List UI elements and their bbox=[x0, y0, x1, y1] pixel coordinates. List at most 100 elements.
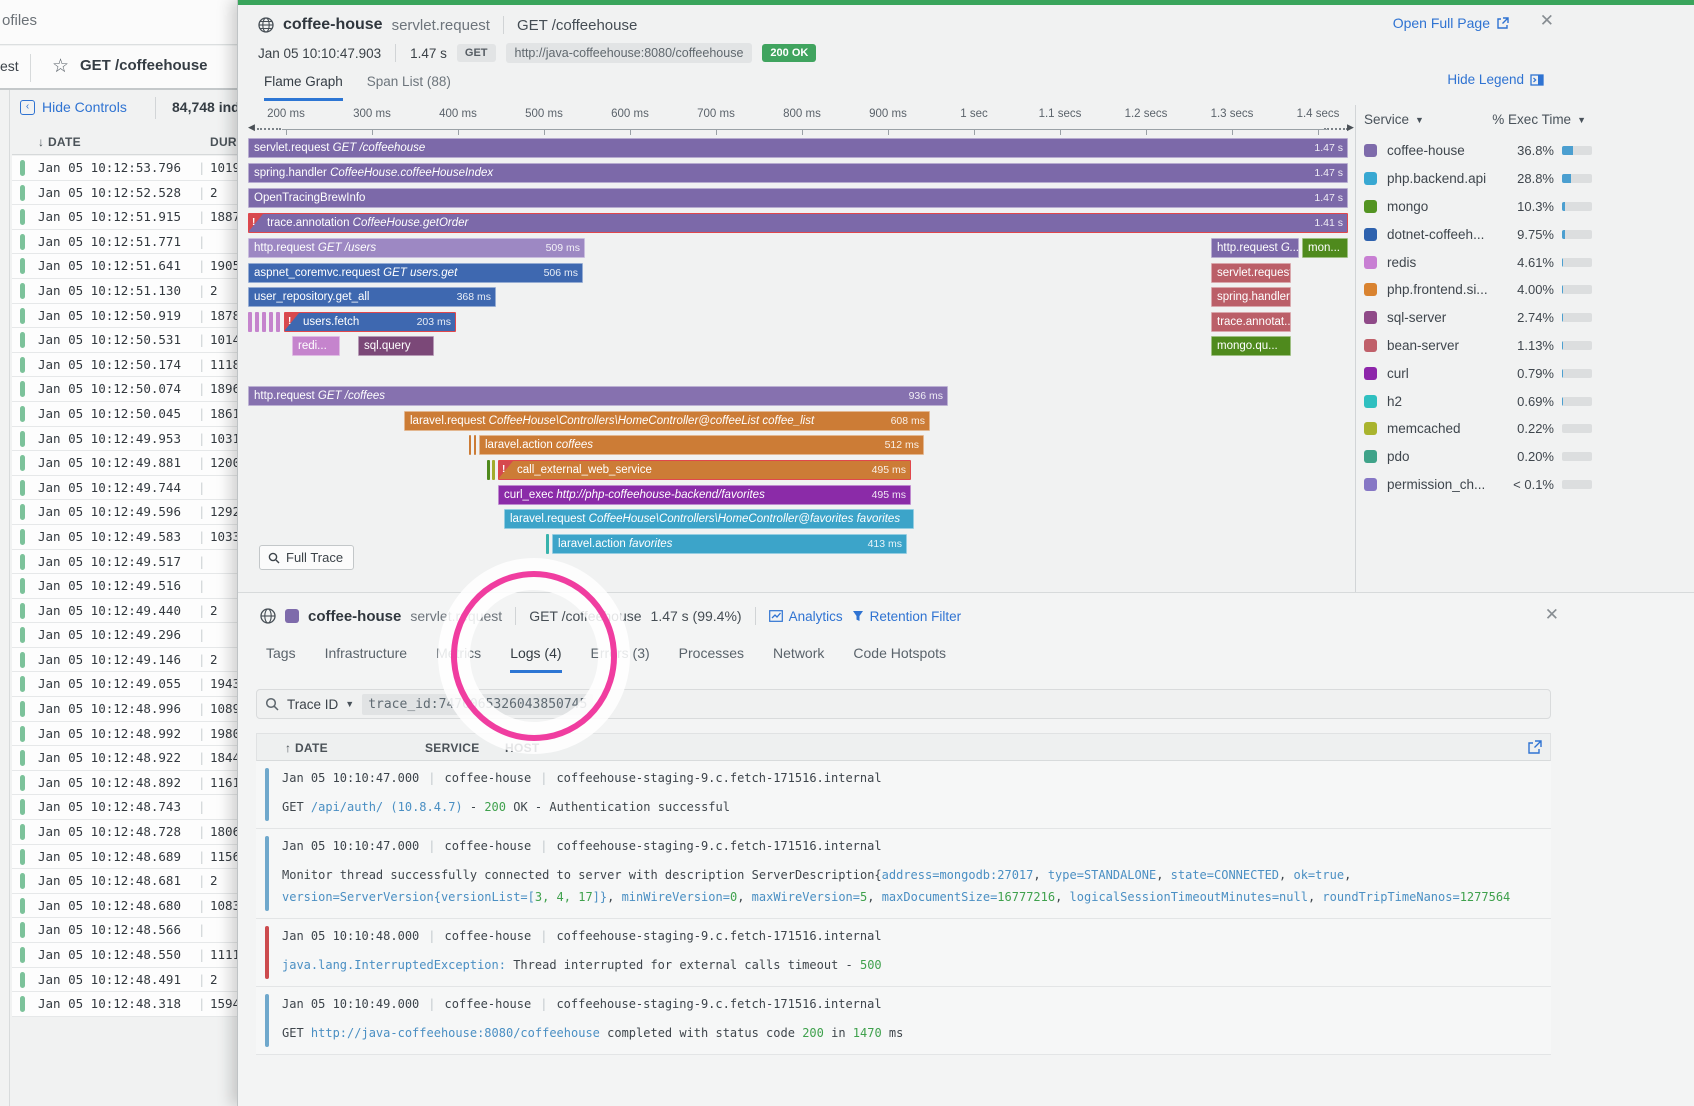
date-column-header[interactable]: ↓ DATE bbox=[38, 135, 81, 149]
flame-span[interactable]: laravel.action favorites413 ms bbox=[552, 534, 907, 554]
trace-list-row[interactable]: Jan 05 10:12:53.796|1019 bbox=[12, 156, 237, 181]
legend-item[interactable]: curl0.79% bbox=[1364, 359, 1592, 387]
duration-column-header[interactable]: DURATION bbox=[210, 135, 237, 149]
tab-processes[interactable]: Processes bbox=[679, 645, 744, 673]
flame-span[interactable]: redi... bbox=[292, 336, 340, 356]
flame-span[interactable]: http.request G... bbox=[1211, 238, 1299, 258]
retention-filter-link[interactable]: Retention Filter bbox=[852, 609, 962, 624]
flame-span[interactable]: !users.fetch203 ms bbox=[284, 312, 456, 332]
flame-span[interactable]: !trace.annotation CoffeeHouse.getOrder1.… bbox=[248, 213, 1348, 233]
flame-span-sliver[interactable] bbox=[269, 312, 273, 332]
flame-span-sliver[interactable] bbox=[255, 312, 259, 332]
log-service-header[interactable]: SERVICE bbox=[425, 741, 480, 755]
trace-list-row[interactable]: Jan 05 10:12:50.919|1878 bbox=[12, 304, 237, 329]
flame-span[interactable]: user_repository.get_all368 ms bbox=[248, 287, 496, 307]
close-icon[interactable]: ✕ bbox=[1540, 11, 1554, 31]
tab-metrics[interactable]: Metrics bbox=[436, 645, 481, 673]
close-icon[interactable]: ✕ bbox=[1545, 605, 1559, 625]
legend-item[interactable]: bean-server1.13% bbox=[1364, 332, 1592, 360]
trace-list-row[interactable]: Jan 05 10:12:48.550|1111 bbox=[12, 943, 237, 968]
flame-span[interactable]: laravel.action coffees512 ms bbox=[479, 435, 924, 455]
legend-item[interactable]: h20.69% bbox=[1364, 387, 1592, 415]
flame-span[interactable]: laravel.request CoffeeHouse\Controllers\… bbox=[404, 411, 930, 431]
open-in-logs-icon[interactable] bbox=[1527, 740, 1542, 755]
scroll-left-icon[interactable]: ◀ bbox=[248, 122, 255, 133]
flame-span[interactable]: spring.handler CoffeeHouse.coffeeHouseIn… bbox=[248, 163, 1348, 183]
tab-logs-4[interactable]: Logs (4) bbox=[510, 645, 561, 673]
trace-list-row[interactable]: Jan 05 10:12:49.440|2 bbox=[12, 599, 237, 624]
trace-list-row[interactable]: Jan 05 10:12:48.922|1844 bbox=[12, 746, 237, 771]
flame-span[interactable]: sql.query bbox=[358, 336, 434, 356]
log-date-header[interactable]: ↑ DATE bbox=[285, 741, 328, 755]
flame-span[interactable]: servlet.request bbox=[1211, 263, 1291, 283]
legend-item[interactable]: php.frontend.si...4.00% bbox=[1364, 276, 1592, 304]
trace-list-row[interactable]: Jan 05 10:12:51.130|2 bbox=[12, 279, 237, 304]
flame-span[interactable]: OpenTracingBrewInfo1.47 s bbox=[248, 188, 1348, 208]
flame-span[interactable]: mon... bbox=[1302, 238, 1348, 258]
log-row[interactable]: Jan 05 10:10:47.000|coffee-house|coffeeh… bbox=[256, 761, 1551, 829]
collapse-controls-icon[interactable]: ‹ bbox=[20, 100, 35, 115]
flame-span-sliver[interactable] bbox=[492, 460, 495, 480]
flame-span[interactable]: aspnet_coremvc.request GET users.get506 … bbox=[248, 263, 583, 283]
legend-item[interactable]: dotnet-coffeeh...9.75% bbox=[1364, 220, 1592, 248]
trace-list-row[interactable]: Jan 05 10:12:51.771| bbox=[12, 230, 237, 255]
tab-tags[interactable]: Tags bbox=[266, 645, 296, 673]
legend-item[interactable]: permission_ch...< 0.1% bbox=[1364, 471, 1592, 499]
flame-span[interactable]: http.request GET /users509 ms bbox=[248, 238, 585, 258]
trace-list-row[interactable]: Jan 05 10:12:48.491|2 bbox=[12, 968, 237, 993]
trace-list-row[interactable]: Jan 05 10:12:49.744| bbox=[12, 476, 237, 501]
trace-list-row[interactable]: Jan 05 10:12:52.528|2 bbox=[12, 181, 237, 206]
hide-legend-link[interactable]: Hide Legend bbox=[1447, 72, 1544, 87]
search-query-value[interactable]: trace_id:7476065326043850745 bbox=[362, 694, 593, 715]
flame-span[interactable]: spring.handler bbox=[1211, 287, 1291, 307]
star-icon[interactable]: ☆ bbox=[52, 55, 69, 78]
full-trace-button[interactable]: Full Trace bbox=[259, 545, 354, 570]
tab-span-list-88[interactable]: Span List (88) bbox=[367, 74, 451, 101]
trace-list-row[interactable]: Jan 05 10:12:51.915|1887 bbox=[12, 205, 237, 230]
flame-span-sliver[interactable] bbox=[469, 435, 471, 455]
trace-list-row[interactable]: Jan 05 10:12:49.296| bbox=[12, 623, 237, 648]
legend-service-sort[interactable]: Service▼ bbox=[1364, 112, 1424, 127]
legend-item[interactable]: pdo0.20% bbox=[1364, 443, 1592, 471]
trace-list-row[interactable]: Jan 05 10:12:48.681|2 bbox=[12, 869, 237, 894]
log-search-bar[interactable]: Trace ID ▼ trace_id:7476065326043850745 bbox=[256, 689, 1551, 719]
search-facet-select[interactable]: Trace ID ▼ bbox=[287, 697, 354, 712]
flame-span[interactable]: trace.annotat... bbox=[1211, 312, 1291, 332]
flame-span-sliver[interactable] bbox=[262, 312, 266, 332]
log-row[interactable]: Jan 05 10:10:48.000|coffee-house|coffeeh… bbox=[256, 919, 1551, 987]
flame-span[interactable]: servlet.request GET /coffeehouse1.47 s bbox=[248, 138, 1348, 158]
trace-list-row[interactable]: Jan 05 10:12:49.516| bbox=[12, 574, 237, 599]
hide-controls-link[interactable]: Hide Controls bbox=[42, 99, 127, 115]
flame-span-sliver[interactable] bbox=[248, 312, 252, 332]
flame-span[interactable]: laravel.request CoffeeHouse\Controllers\… bbox=[504, 509, 914, 529]
legend-item[interactable]: memcached0.22% bbox=[1364, 415, 1592, 443]
tab-infrastructure[interactable]: Infrastructure bbox=[325, 645, 407, 673]
trace-list-row[interactable]: Jan 05 10:12:48.992|1980 bbox=[12, 722, 237, 747]
trace-list-row[interactable]: Jan 05 10:12:50.074|1896 bbox=[12, 377, 237, 402]
flame-span-sliver[interactable] bbox=[474, 435, 476, 455]
tab-errors-3[interactable]: Errors (3) bbox=[591, 645, 650, 673]
legend-item[interactable]: sql-server2.74% bbox=[1364, 304, 1592, 332]
trace-list-row[interactable]: Jan 05 10:12:49.881|1200 bbox=[12, 451, 237, 476]
trace-list-row[interactable]: Jan 05 10:12:50.531|1014 bbox=[12, 328, 237, 353]
trace-list-row[interactable]: Jan 05 10:12:48.689|1156 bbox=[12, 845, 237, 870]
trace-list-row[interactable]: Jan 05 10:12:49.517| bbox=[12, 550, 237, 575]
analytics-link[interactable]: Analytics bbox=[769, 609, 843, 624]
legend-exec-sort[interactable]: % Exec Time▼ bbox=[1492, 112, 1586, 127]
trace-list-row[interactable]: Jan 05 10:12:49.055|1943 bbox=[12, 672, 237, 697]
trace-list-row[interactable]: Jan 05 10:12:48.566| bbox=[12, 918, 237, 943]
flame-span-sliver[interactable] bbox=[546, 534, 549, 554]
flame-span[interactable]: curl_exec http://php-coffeehouse-backend… bbox=[498, 485, 911, 505]
trace-list-row[interactable]: Jan 05 10:12:50.174|1118 bbox=[12, 353, 237, 378]
trace-list-row[interactable]: Jan 05 10:12:51.641|1905 bbox=[12, 254, 237, 279]
flame-span-sliver[interactable] bbox=[487, 460, 490, 480]
flame-span-sliver[interactable] bbox=[276, 312, 280, 332]
legend-item[interactable]: redis4.61% bbox=[1364, 248, 1592, 276]
legend-item[interactable]: php.backend.api28.8% bbox=[1364, 165, 1592, 193]
open-full-page-link[interactable]: Open Full Page bbox=[1393, 15, 1509, 31]
log-row[interactable]: Jan 05 10:10:47.000|coffee-house|coffeeh… bbox=[256, 829, 1551, 919]
log-row[interactable]: Jan 05 10:10:49.000|coffee-house|coffeeh… bbox=[256, 987, 1551, 1055]
trace-list-row[interactable]: Jan 05 10:12:48.680|1083 bbox=[12, 894, 237, 919]
trace-list-row[interactable]: Jan 05 10:12:48.996|1089 bbox=[12, 697, 237, 722]
trace-list-row[interactable]: Jan 05 10:12:48.728|1806 bbox=[12, 820, 237, 845]
